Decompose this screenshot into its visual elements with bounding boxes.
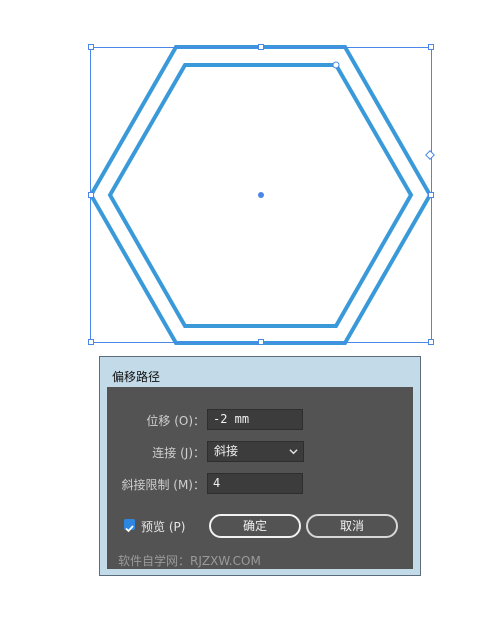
handle-top-left[interactable] [88,44,94,50]
watermark-text: 软件自学网：RJZXW.COM [118,554,261,568]
checkmark-icon [125,525,134,533]
rotate-handle-icon[interactable] [425,150,435,160]
join-label: 连接 (J)： [152,446,205,460]
preview-checkbox[interactable] [124,519,135,533]
handle-middle-right[interactable] [428,192,434,198]
handle-middle-left[interactable] [88,192,94,198]
chevron-down-icon [289,449,298,455]
handle-bottom-middle[interactable] [258,339,264,345]
miter-limit-input[interactable]: 4 [207,473,303,494]
join-select[interactable]: 斜接 [207,441,304,462]
handle-bottom-right[interactable] [428,339,434,345]
offset-label: 位移 (O)： [146,414,205,428]
handle-top-right[interactable] [428,44,434,50]
cancel-button[interactable]: 取消 [306,514,398,538]
miter-limit-label: 斜接限制 (M)： [121,478,205,492]
handle-top-middle[interactable] [258,44,264,50]
offset-path-dialog: 偏移路径 位移 (O)： -2 mm 连接 (J)： 斜接 斜接限制 (M)： … [99,356,421,576]
corner-widget-icon[interactable] [332,61,340,69]
artwork-svg [88,45,435,345]
dialog-panel: 位移 (O)： -2 mm 连接 (J)： 斜接 斜接限制 (M)： 4 预览 … [107,387,413,569]
dialog-title: 偏移路径 [112,370,161,384]
handle-bottom-left[interactable] [88,339,94,345]
artboard-canvas[interactable] [0,0,495,345]
join-select-value: 斜接 [214,444,239,458]
offset-input[interactable]: -2 mm [207,409,303,430]
ok-button[interactable]: 确定 [209,514,301,538]
center-point [258,192,264,198]
preview-label[interactable]: 预览 (P) [141,518,185,535]
